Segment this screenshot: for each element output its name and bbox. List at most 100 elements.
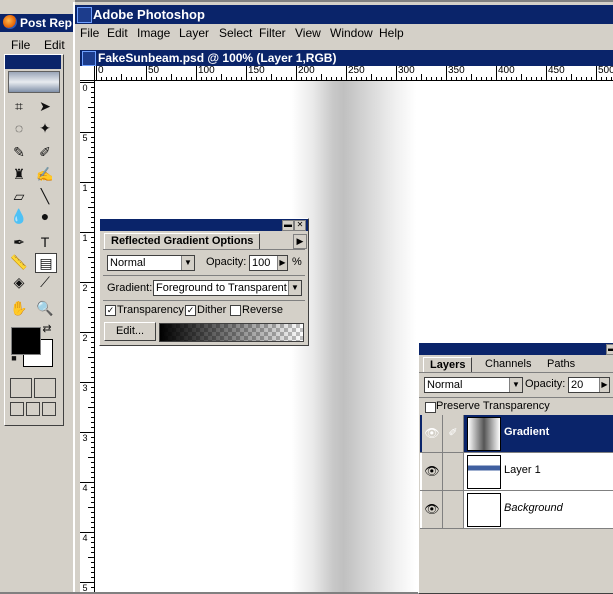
ruler-tick xyxy=(446,66,447,80)
palette-minimize-button[interactable]: ▬ xyxy=(282,220,294,231)
ruler-tick xyxy=(91,417,94,418)
zoom-tool-icon[interactable]: 🔍 xyxy=(34,298,56,318)
link-column[interactable] xyxy=(443,491,464,528)
gradient-preview-swatch[interactable] xyxy=(159,323,304,342)
photoshop-titlebar[interactable]: Adobe Photoshop xyxy=(75,5,613,24)
gradient-options-titlebar[interactable]: ▬ ✕ xyxy=(100,219,308,231)
palette-minimize-button[interactable]: ▬ xyxy=(606,344,613,355)
ruler-tick xyxy=(611,77,612,80)
paintbrush-icon[interactable]: ✐ xyxy=(443,415,464,452)
layer-opacity-field[interactable]: 20 ▶ xyxy=(568,377,610,393)
menu-layer[interactable]: Layer xyxy=(179,26,209,40)
ruler-tick xyxy=(91,292,94,293)
ruler-tick xyxy=(136,77,137,80)
measure-tool-icon[interactable]: 📏 xyxy=(8,252,30,272)
ruler-tick xyxy=(231,77,232,80)
preserve-transparency-checkbox[interactable] xyxy=(425,402,436,413)
layer-row-layer-1[interactable]: 👁 Layer 1 xyxy=(420,453,613,491)
ruler-tick xyxy=(131,77,132,80)
divider xyxy=(419,397,613,398)
edit-gradient-button[interactable]: Edit... xyxy=(104,322,156,341)
eyedropper-tool-icon[interactable]: ⟋ xyxy=(34,272,56,292)
link-column[interactable] xyxy=(443,453,464,490)
tab-layers[interactable]: Layers xyxy=(423,357,473,373)
gradient-type-select[interactable]: Foreground to Transparent ▼ xyxy=(153,280,302,296)
slider-arrow-icon[interactable]: ▶ xyxy=(599,378,609,392)
palette-menu-arrow-icon[interactable]: ▶ xyxy=(293,234,307,249)
toolbox-eye-banner[interactable] xyxy=(8,71,60,93)
rubber-stamp-tool-icon[interactable]: ♜ xyxy=(8,164,30,184)
lasso-tool-icon[interactable]: ◌ xyxy=(8,118,30,138)
menu-file[interactable]: File xyxy=(80,26,99,40)
swap-colors-icon[interactable]: ⇄ xyxy=(40,322,54,336)
bg-menu-file[interactable]: File xyxy=(11,38,30,52)
menu-filter[interactable]: Filter xyxy=(259,26,286,40)
menu-window[interactable]: Window xyxy=(330,26,373,40)
ruler-tick xyxy=(516,77,517,80)
standard-screen-icon[interactable] xyxy=(10,402,24,416)
toolbox-titlebar[interactable] xyxy=(5,55,61,69)
bg-menu-edit[interactable]: Edit xyxy=(44,38,65,52)
blur-tool-icon[interactable]: 💧 xyxy=(8,206,30,226)
screen-mode-icons[interactable] xyxy=(8,402,56,418)
menu-help[interactable]: Help xyxy=(379,26,404,40)
eraser-tool-icon[interactable]: ▱ xyxy=(8,186,30,206)
airbrush-tool-icon[interactable]: ✎ xyxy=(8,142,30,162)
menu-select[interactable]: Select xyxy=(219,26,252,40)
ruler-tick xyxy=(91,322,94,323)
eye-icon[interactable]: 👁 xyxy=(422,453,443,490)
menu-view[interactable]: View xyxy=(295,26,321,40)
ruler-tick xyxy=(91,562,94,563)
ruler-label: 400 xyxy=(498,66,515,76)
photoshop-menubar: File Edit Image Layer Select Filter View… xyxy=(75,24,613,43)
move-tool-icon[interactable]: ➤ xyxy=(34,96,56,116)
ruler-tick xyxy=(91,242,94,243)
crop-tool-icon[interactable]: ⌗ xyxy=(8,96,30,116)
gradient-opacity-field[interactable]: 100 ▶ xyxy=(249,255,288,271)
hand-tool-icon[interactable]: ✋ xyxy=(8,298,30,318)
dither-checkbox[interactable]: ✓ xyxy=(185,305,196,316)
palette-close-button[interactable]: ✕ xyxy=(294,220,306,231)
eye-icon[interactable]: 👁 xyxy=(422,491,443,528)
tab-reflected-gradient-options[interactable]: Reflected Gradient Options xyxy=(104,233,261,249)
ruler-origin[interactable] xyxy=(80,66,95,81)
ruler-tick xyxy=(361,77,362,80)
eye-icon[interactable]: 👁 xyxy=(422,415,443,452)
layers-palette-titlebar[interactable]: ▬ xyxy=(419,343,613,355)
dither-label: Dither xyxy=(197,304,227,316)
default-colors-icon[interactable]: ■ xyxy=(8,352,20,364)
paint-bucket-tool-icon[interactable]: ◈ xyxy=(8,272,30,292)
layer-blend-mode-select[interactable]: Normal ▼ xyxy=(424,377,523,393)
full-screen-menu-icon[interactable] xyxy=(26,402,40,416)
ruler-tick xyxy=(441,77,442,80)
transparency-checkbox[interactable]: ✓ xyxy=(105,305,116,316)
document-titlebar[interactable]: FakeSunbeam.psd @ 100% (Layer 1,RGB) xyxy=(80,50,613,66)
layer-row-background[interactable]: 👁 Background xyxy=(420,491,613,529)
pencil-tool-icon[interactable]: ╲ xyxy=(34,186,56,206)
gradient-tool-icon[interactable]: ▤ xyxy=(35,253,57,273)
type-tool-icon[interactable]: T xyxy=(34,232,56,252)
dodge-tool-icon[interactable]: ● xyxy=(34,206,56,226)
gradient-options-palette: ▬ ✕ Reflected Gradient Options ▶ Normal … xyxy=(99,218,309,346)
full-screen-icon[interactable] xyxy=(42,402,56,416)
tab-channels[interactable]: Channels xyxy=(479,357,537,372)
reverse-checkbox[interactable] xyxy=(230,305,241,316)
ruler-label: 0 xyxy=(82,83,88,93)
chevron-down-icon: ▼ xyxy=(288,281,301,295)
menu-edit[interactable]: Edit xyxy=(107,26,128,40)
foreground-color-swatch[interactable] xyxy=(11,327,41,355)
menu-image[interactable]: Image xyxy=(137,26,170,40)
history-brush-tool-icon[interactable]: ✍ xyxy=(34,164,56,184)
ruler-tick xyxy=(241,77,242,80)
slider-arrow-icon[interactable]: ▶ xyxy=(277,256,287,270)
tab-paths[interactable]: Paths xyxy=(541,357,581,372)
pen-tool-icon[interactable]: ✒ xyxy=(8,232,30,252)
magic-wand-tool-icon[interactable]: ✦ xyxy=(34,118,56,138)
paintbrush-tool-icon[interactable]: ✐ xyxy=(34,142,56,162)
gradient-mode-select[interactable]: Normal ▼ xyxy=(107,255,195,271)
standard-mode-icon[interactable] xyxy=(10,378,32,398)
layer-row-gradient[interactable]: 👁 ✐ Gradient xyxy=(420,415,613,453)
background-window-titlebar[interactable]: Post Rep xyxy=(0,14,75,32)
ruler-tick xyxy=(436,77,437,80)
quick-mask-mode-icon[interactable] xyxy=(34,378,56,398)
